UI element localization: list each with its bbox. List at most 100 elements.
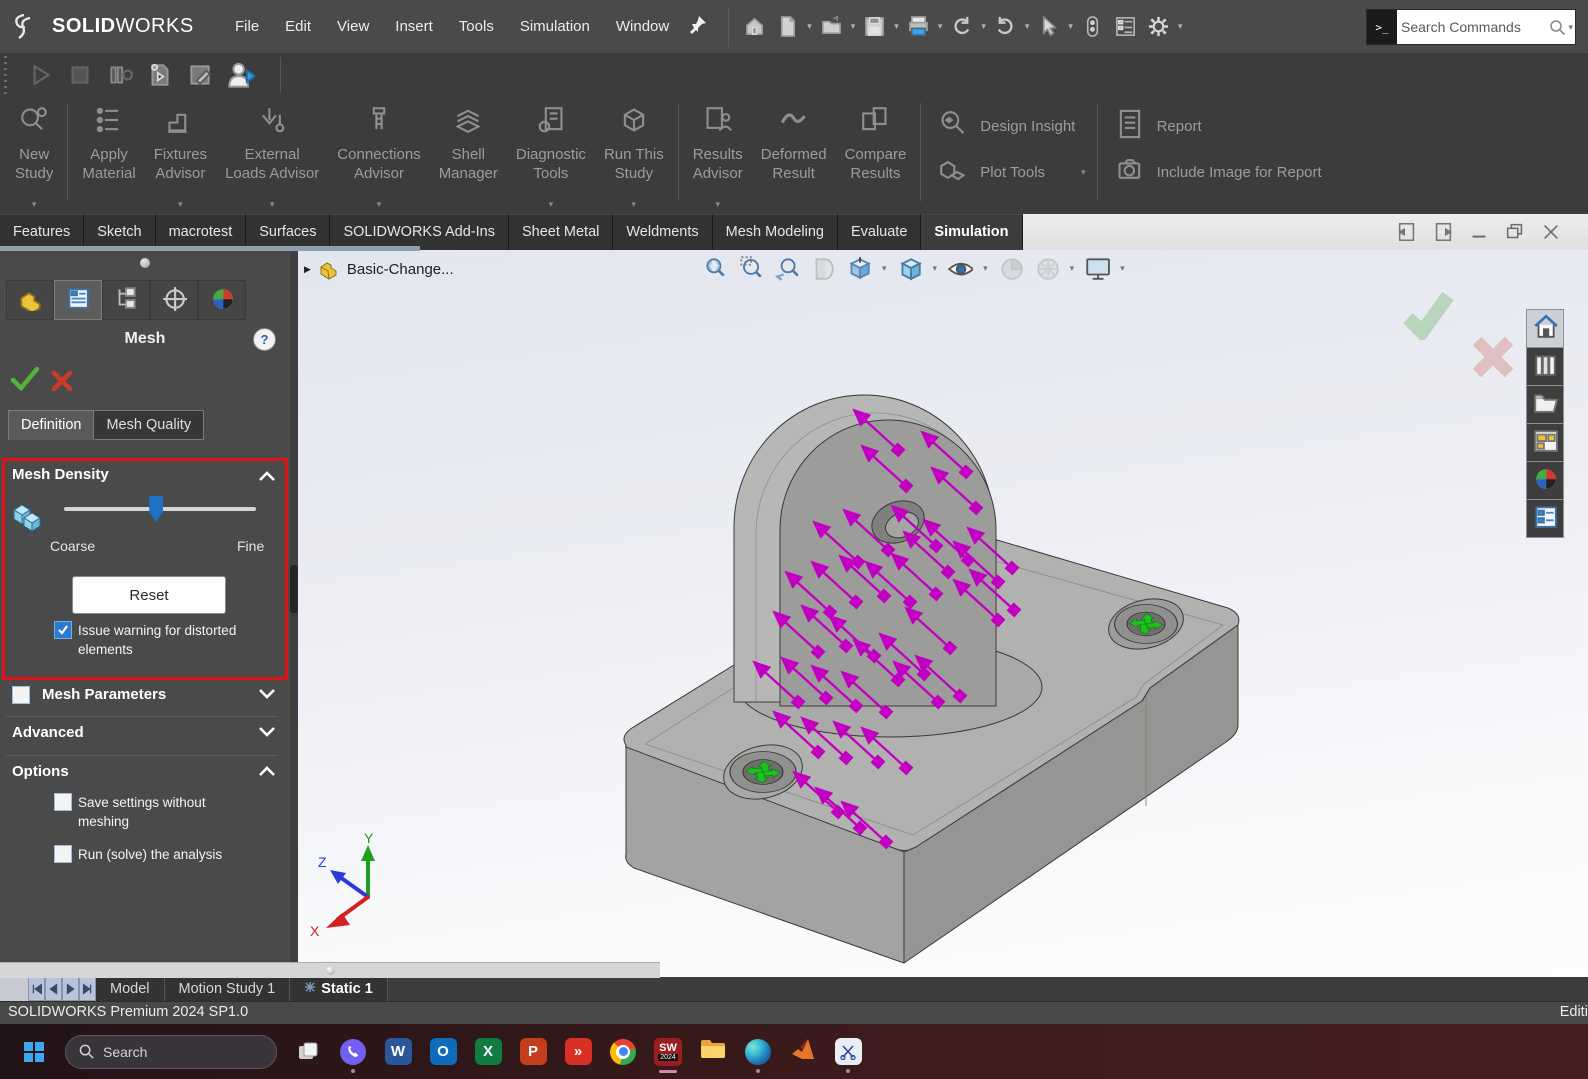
undo-icon[interactable] [946,12,977,41]
tab-scroll-prev-button[interactable] [45,977,62,1001]
taskbar-app-powerpoint[interactable]: P [519,1032,547,1072]
tab-evaluate[interactable]: Evaluate [837,214,922,250]
apply-scene-icon[interactable] [1032,253,1062,283]
view-orientation-dropdown-icon[interactable]: ▾ [882,263,887,274]
panel-tab-dimxpert-manager[interactable] [150,280,198,320]
task-pane-view-palette[interactable] [1526,423,1564,462]
deformed-result-button[interactable]: Deformed Result [752,97,836,214]
reset-button[interactable]: Reset [72,576,226,614]
new-study-button[interactable]: New Study ▾ [6,97,62,214]
ok-button[interactable] [10,366,40,397]
select-dropdown-icon[interactable]: ▾ [1068,21,1073,32]
taskbar-app-snipping-tool[interactable] [834,1032,862,1073]
zoom-fit-icon[interactable] [700,253,730,283]
taskbar-app-matlab[interactable] [789,1032,817,1072]
fixtures-advisor-button[interactable]: Fixtures Advisor ▾ [145,97,216,214]
collapse-mesh-density-icon[interactable] [258,469,276,487]
search-input[interactable] [1397,19,1550,35]
save-settings-checkbox[interactable] [54,793,72,811]
diagnostic-tools-button[interactable]: Diagnostic Tools ▾ [507,97,595,214]
confirm-ok-icon[interactable] [1400,288,1456,345]
run-this-study-button[interactable]: Run This Study ▾ [595,97,673,214]
view-orientation-icon[interactable] [844,253,874,283]
tab-simulation[interactable]: Simulation [921,214,1023,250]
command-search[interactable]: >_ ▾ [1366,9,1576,45]
tab-features[interactable]: Features [0,214,85,250]
taskbar-app-word[interactable]: W [384,1032,412,1072]
search-icon[interactable] [1549,19,1566,36]
menu-simulation[interactable]: Simulation [509,12,601,41]
results-advisor-button[interactable]: Results Advisor ▾ [684,97,752,214]
panel-tab-display-manager[interactable] [198,280,246,320]
task-pane-home[interactable] [1526,309,1564,348]
mesh-density-slider-handle[interactable] [149,496,164,522]
connections-advisor-button[interactable]: Connections Advisor ▾ [328,97,429,214]
view-settings-icon[interactable] [1082,253,1112,283]
print-dropdown-icon[interactable]: ▾ [938,21,943,32]
new-document-dropdown-icon[interactable]: ▾ [807,21,812,32]
run-analysis-checkbox[interactable] [54,845,72,863]
mesh-density-slider[interactable] [64,496,256,522]
tab-surfaces[interactable]: Surfaces [246,214,331,250]
minimize-button[interactable] [1468,221,1490,243]
panel-splitter-grip[interactable] [140,258,150,268]
new-document-icon[interactable] [772,12,803,41]
include-image-for-report-button[interactable]: Include Image for Report [1113,153,1322,191]
taskbar-app-file-explorer[interactable] [699,1032,727,1072]
print-icon[interactable] [903,12,934,41]
display-pane-icon[interactable] [1110,12,1141,41]
mesh-parameters-checkbox[interactable] [12,686,30,704]
edit-appearance-icon[interactable] [996,253,1026,283]
menu-tools[interactable]: Tools [448,12,505,41]
apply-material-button[interactable]: Apply Material [73,97,144,214]
save-dropdown-icon[interactable]: ▾ [894,21,899,32]
plot-tools-button[interactable]: Plot Tools ▾ [936,153,1086,191]
dropdown-icon[interactable]: ▾ [1081,167,1086,178]
dropdown-icon[interactable]: ▾ [632,199,637,210]
flyout-feature-tree[interactable]: ▶ Basic-Change... [304,258,454,280]
panel-splitter-handle[interactable] [290,565,298,613]
select-icon[interactable] [1033,12,1064,41]
search-dropdown-icon[interactable]: ▾ [1568,22,1573,33]
start-button[interactable] [20,1032,48,1072]
edit-macro-icon[interactable] [187,62,213,88]
panel-tab-configuration-manager[interactable] [102,280,150,320]
taskbar-app-solidworks-2024[interactable]: SW 2024 [654,1032,682,1073]
redo-dropdown-icon[interactable]: ▾ [1025,21,1030,32]
tab-weldments[interactable]: Weldments [613,214,713,250]
menu-view[interactable]: View [326,12,380,41]
taskbar-app-share-app[interactable]: » [564,1032,592,1072]
redo-icon[interactable] [990,12,1021,41]
task-pane-design-library[interactable] [1526,347,1564,386]
taskbar-app-edge-browser[interactable] [744,1032,772,1073]
dropdown-icon[interactable]: ▾ [549,199,554,210]
open-icon[interactable] [816,12,847,41]
task-view-button[interactable] [294,1032,322,1072]
tab-motion-study-1[interactable]: Motion Study 1 [164,977,291,1001]
dropdown-icon[interactable]: ▾ [32,199,37,210]
help-button[interactable]: ? [253,328,276,351]
undo-dropdown-icon[interactable]: ▾ [981,21,986,32]
collapse-right-button[interactable] [1432,221,1454,243]
tab-sheet-metal[interactable]: Sheet Metal [508,214,614,250]
toolbar-grip[interactable] [2,56,10,94]
tab-solidworks-add-ins[interactable]: SOLIDWORKS Add-Ins [330,214,509,250]
compare-results-button[interactable]: Compare Results [836,97,916,214]
menu-edit[interactable]: Edit [274,12,322,41]
tab-scroll-last-button[interactable] [79,977,96,1001]
options-icon[interactable] [1143,12,1174,41]
panel-splitter[interactable] [290,250,298,977]
tab-model[interactable]: Model [96,977,165,1001]
taskbar-app-excel[interactable]: X [474,1032,502,1072]
menu-insert[interactable]: Insert [384,12,444,41]
flyout-expand-icon[interactable]: ▶ [304,264,311,275]
collapse-left-button[interactable] [1396,221,1418,243]
external-loads-advisor-button[interactable]: External Loads Advisor ▾ [216,97,328,214]
model-bracket[interactable] [623,394,1240,964]
tab-mesh-modeling[interactable]: Mesh Modeling [712,214,838,250]
save-icon[interactable] [859,12,890,41]
tab-scroll-next-button[interactable] [62,977,79,1001]
cancel-button[interactable] [50,369,74,398]
document-name[interactable]: Basic-Change... [347,261,454,278]
zoom-area-icon[interactable] [736,253,766,283]
